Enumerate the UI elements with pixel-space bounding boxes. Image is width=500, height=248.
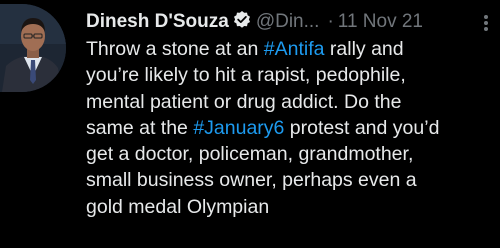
tweet-date[interactable]: 11 Nov 21	[338, 11, 423, 32]
tweet-line: gold medal Olympian	[86, 195, 270, 218]
tweet[interactable]: Dinesh D'Souza @Din... · 11 Nov 21 Throw a…	[0, 0, 500, 248]
tweet-line: same at the #January6 protest and you’d	[86, 116, 440, 139]
more-options-icon[interactable]	[478, 8, 492, 36]
author-display-name[interactable]: Dinesh D'Souza	[86, 11, 229, 32]
tweet-line: Throw a stone at an #Antifa rally and	[86, 38, 404, 60]
verified-badge-icon	[232, 10, 252, 39]
author-handle[interactable]: @Din...	[256, 11, 320, 32]
hashtag-link[interactable]: #January6	[193, 117, 284, 139]
avatar-photo	[0, 4, 66, 92]
tweet-line: get a doctor, policeman, grandmother,	[86, 143, 414, 166]
tweet-line: mental patient or drug addict. Do the	[86, 90, 402, 113]
tweet-line: small business owner, perhaps even a	[86, 169, 417, 192]
tweet-header: Dinesh D'Souza @Din... · 11 Nov 21	[86, 8, 496, 36]
tweet-line: you’re likely to hit a rapist, pedophile…	[86, 64, 406, 87]
header-separator: ·	[327, 11, 334, 32]
avatar[interactable]	[0, 4, 66, 92]
tweet-text: Throw a stone at an #Antifa rally and yo…	[86, 36, 496, 220]
hashtag-link[interactable]: #Antifa	[264, 38, 325, 60]
